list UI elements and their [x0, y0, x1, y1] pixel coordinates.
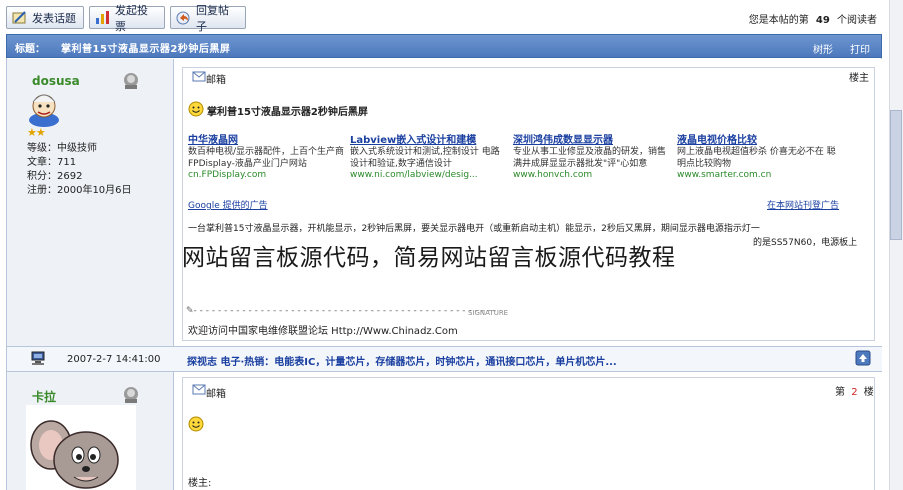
ad-desc: 数百种电视/显示器配件，上百个生产商FPDisplay-液晶产业门户网站: [188, 147, 345, 169]
mailbox-link[interactable]: 邮箱: [206, 71, 226, 86]
reply-arrow-icon: [175, 10, 192, 25]
ad-block[interactable]: 深圳鸿伟成数显显示器 专业从事工业修显及液晶的研发，销售 满井成屏显显示器批发"…: [513, 131, 668, 180]
reply-quote: 楼主:: [188, 478, 212, 489]
mailbox-link[interactable]: 邮箱: [206, 385, 226, 400]
ad-title[interactable]: 液晶电视价格比较: [677, 131, 837, 146]
ad-block[interactable]: 中华液晶网 数百种电视/显示器配件，上百个生产商FPDisplay-液晶产业门户…: [188, 131, 348, 180]
post2-content-box: [182, 377, 875, 490]
user-registered: 注册：2000年10月6日: [27, 185, 132, 196]
ad-title[interactable]: 深圳鸿伟成数显显示器: [513, 131, 668, 146]
smiley-icon: [188, 101, 204, 120]
ad-url[interactable]: www.honvch.com: [513, 170, 668, 180]
ad-url[interactable]: www.ni.com/labview/desig...: [350, 170, 500, 180]
bar-chart-icon: [94, 10, 111, 25]
back-to-top-icon[interactable]: [855, 350, 871, 369]
mail-icon[interactable]: [192, 70, 206, 85]
mail-icon[interactable]: [192, 383, 206, 398]
tree-view-link[interactable]: 树形: [813, 41, 833, 56]
pencil-icon: [11, 10, 28, 25]
visitor-counter: 您是本帖的第 49 个阅读者: [748, 15, 877, 26]
ad-block[interactable]: 液晶电视价格比较 网上液晶电视超值秒杀 价喜无必不在 聪明点比较购物 www.s…: [677, 131, 837, 180]
watermark-text: 网站留言板源代码，简易网站留言板源代码教程: [182, 245, 676, 271]
avatar: [24, 90, 64, 131]
post-body-line: 的是SS57N60，电源板上: [753, 238, 858, 248]
user-points: 积分：2692: [27, 171, 83, 182]
online-status-icon: [122, 72, 140, 93]
vertical-scrollbar[interactable]: [889, 0, 903, 490]
footer-ad-link[interactable]: 探视志 电子·热销：电能表IC，计量芯片，存储器芯片，时钟芯片，通讯接口芯片，单…: [187, 353, 617, 368]
post1-username[interactable]: dosusa: [32, 74, 80, 88]
post1-user-info: 等级：中级技师 文章：711 积分：2692 注册：2000年10月6日: [27, 142, 132, 198]
print-link[interactable]: 打印: [850, 41, 870, 56]
floor-label: 第 2 楼: [835, 387, 874, 398]
ad-desc: 网上液晶电视超值秒杀 价喜无必不在 聪明点比较购物: [677, 147, 836, 169]
signature-divider: ✎- - - - - - - - - - - - - - - - - - - -…: [186, 306, 497, 316]
ad-desc: 专业从事工业修显及液晶的研发，销售 满井成屏显显示器批发"评"心如意: [513, 147, 667, 169]
ad-title[interactable]: Labview嵌入式设计和建模: [350, 131, 500, 146]
floor-label: 楼主: [849, 73, 869, 84]
advertise-link[interactable]: 在本网站刊登广告: [767, 198, 839, 211]
post-subject: 掌利普15寸液晶显示器2秒钟后黑屏: [207, 107, 368, 118]
post-poll-button[interactable]: 发起投票: [89, 4, 165, 33]
post-topic-button[interactable]: 发表话题: [6, 6, 84, 29]
post-body-line: 一台掌利普15寸液晶显示器，开机能显示，2秒钟后黑屏，要关显示器电开（或重新启动…: [188, 224, 760, 234]
ad-url[interactable]: cn.FPDisplay.com: [188, 170, 348, 180]
signature-mark: SIGNATURE: [468, 309, 509, 317]
signature-text: 欢迎访问中国家电维修联盟论坛 Http://Www.Chinadz.Com: [188, 326, 458, 337]
ad-url[interactable]: www.smarter.com.cn: [677, 170, 837, 180]
ad-desc: 嵌入式系统设计和测试,控制设计 电路设计和验证,数字通信设计: [350, 147, 500, 169]
scrollbar-thumb[interactable]: [890, 110, 902, 240]
computer-ip-icon[interactable]: [30, 350, 46, 369]
title-label: 标题：: [15, 44, 45, 55]
thread-title-bar: 标题： 掌利普15寸液晶显示器2秒钟后黑屏 树形 打印: [6, 34, 882, 58]
user-posts: 文章：711: [27, 157, 77, 168]
user-level: 等级：中级技师: [27, 143, 97, 154]
google-ads-label[interactable]: Google 提供的广告: [188, 198, 268, 211]
thread-title: 掌利普15寸液晶显示器2秒钟后黑屏: [61, 44, 231, 55]
ad-block[interactable]: Labview嵌入式设计和建模 嵌入式系统设计和测试,控制设计 电路设计和验证,…: [350, 131, 500, 180]
reply-button[interactable]: 回复帖子: [170, 4, 246, 33]
smiley-icon: [188, 416, 204, 435]
rank-stars-icon: ★★: [27, 126, 46, 139]
online-status-icon: [122, 386, 140, 407]
post-time: 2007-2-7 14:41:00: [67, 354, 161, 365]
avatar: [26, 405, 136, 490]
ad-title[interactable]: 中华液晶网: [188, 131, 348, 146]
post2-username[interactable]: 卡拉: [32, 388, 56, 405]
floor-number: 2: [851, 387, 858, 398]
